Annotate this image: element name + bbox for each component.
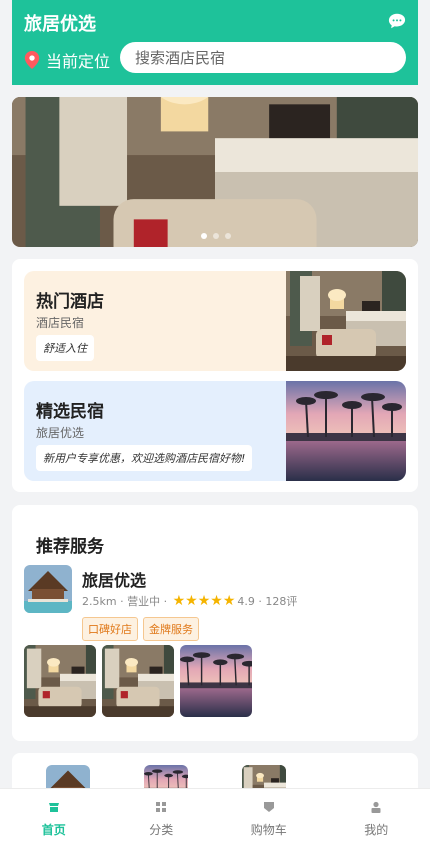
shop-name[interactable]: 旅居优选 [82,567,146,591]
category-image [286,381,406,481]
search-box[interactable] [120,42,406,73]
tab-profile[interactable]: 我的 [323,789,430,844]
current-location-button[interactable]: 当前定位 [24,48,110,72]
star-icon: ★ [185,593,198,609]
star-icon: ★ [210,593,223,609]
category-title: 热门酒店 [36,292,104,312]
shop-photo[interactable] [102,645,174,717]
shop-rating: 4.9 [237,594,255,608]
location-label: 当前定位 [46,52,111,71]
shop-review-count: 128评 [265,595,298,608]
shop-status: 营业中 [127,595,161,608]
tab-home[interactable]: 首页 [0,789,108,844]
star-icon: ★ [197,593,211,609]
recommend-section: 推荐服务 旅居优选 2.5km · 营业中 · ★ ★ ★ ★ ★ 4.9 · … [12,505,418,741]
category-panel: 热门酒店 酒店民宿 舒适入住 精选民宿 旅居优选 新用户专享优惠，欢迎选购酒店民… [12,259,418,492]
cart-icon [263,802,274,812]
tab-cart[interactable]: 购物车 [215,789,323,844]
home-icon [48,803,59,812]
category-title: 精选民宿 [36,402,104,422]
category-subtitle: 酒店民宿 [36,316,85,330]
category-card-hot-hotels[interactable]: 热门酒店 酒店民宿 舒适入住 [24,271,406,371]
category-image [286,271,406,371]
carousel-dot[interactable] [213,233,219,239]
app-title: 旅居优选 [24,14,96,35]
category-subtitle: 旅居优选 [36,426,85,440]
bottom-tab-bar: 首页 分类 购物车 我的 [0,788,430,844]
location-pin-icon [24,51,40,69]
banner-carousel[interactable] [12,97,418,247]
shop-photo[interactable] [24,645,96,717]
shop-tags: 口碑好店 金牌服务 [82,617,199,641]
shop-distance: 2.5km [82,594,117,608]
tab-label: 我的 [364,823,389,837]
shop-photo-strip [24,645,252,717]
app-header: 旅居优选 当前定位 [12,0,418,85]
section-title: 推荐服务 [36,537,104,557]
category-card-featured-bnb[interactable]: 精选民宿 旅居优选 新用户专享优惠，欢迎选购酒店民宿好物! [24,381,406,481]
chat-icon[interactable] [388,12,406,30]
banner-image [12,97,418,247]
shop-meta: 2.5km · 营业中 · ★ ★ ★ ★ ★ 4.9 · 128评 [82,593,298,609]
tab-label: 首页 [41,823,66,837]
tab-category[interactable]: 分类 [108,789,216,844]
tab-label: 购物车 [250,823,287,837]
shop-photo[interactable] [180,645,252,717]
user-icon [371,801,381,813]
shop-tag: 金牌服务 [143,617,199,641]
carousel-dot[interactable] [225,233,231,239]
shop-thumbnail[interactable] [24,565,72,613]
category-tag: 舒适入住 [36,335,94,361]
carousel-indicator [201,233,231,239]
star-icon: ★ [222,593,236,609]
carousel-dot[interactable] [201,233,207,239]
shop-tag: 口碑好店 [82,617,138,641]
search-input[interactable] [133,47,406,68]
tab-label: 分类 [149,823,174,837]
grid-icon [156,802,167,812]
category-tag: 新用户专享优惠，欢迎选购酒店民宿好物! [36,445,253,471]
star-icon: ★ [172,593,186,609]
rating-stars: ★ ★ ★ ★ ★ [173,594,236,608]
